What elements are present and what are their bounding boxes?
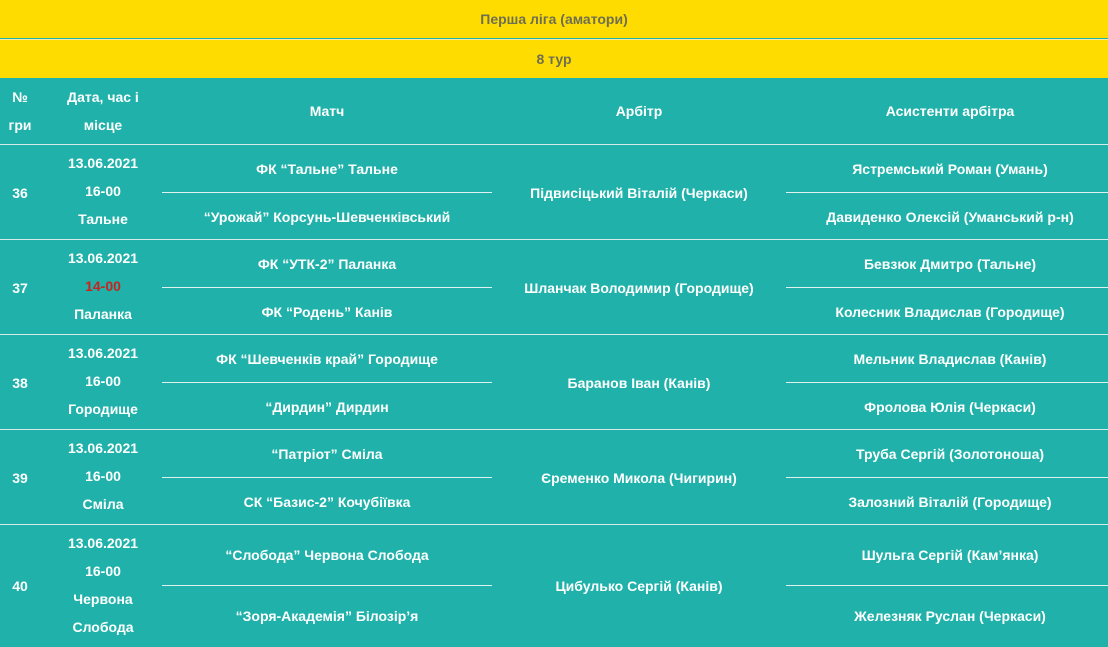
game-place: Паланка [74,306,132,322]
assistant-2: Колесник Владислав (Городище) [835,303,1065,320]
game-number: 36 [12,184,28,201]
referee: Шланчак Володимир (Городище) [524,279,754,296]
game-place: Червона Слобода [72,591,134,635]
game-time: 16-00 [85,468,121,484]
table-row: 38 13.06.2021 16-00 Городище ФК “Шевченк… [0,334,1108,430]
home-team: ФК “Тальне” Тальне [256,160,398,177]
away-team: “Урожай” Корсунь-Шевченківський [203,208,451,225]
game-date: 13.06.2021 [67,535,139,551]
game-datetime-place: 13.06.2021 16-00 Червона Слобода [62,529,144,641]
game-datetime-place: 13.06.2021 16-00 Сміла [62,434,144,518]
game-number: 40 [12,578,28,594]
table-header: № гри Дата, час і місце Матч Арбітр Асис… [0,78,1108,144]
schedule-table: Перша ліга (аматори) 8 тур № гри Дата, ч… [0,0,1108,646]
away-team: “Дирдин” Дирдин [265,398,389,415]
home-team: ФК “УТК-2” Паланка [257,255,397,272]
game-place: Сміла [82,496,124,512]
assistant-2: Давиденко Олексій (Уманський р-н) [826,208,1074,225]
game-time-highlighted: 14-00 [85,278,121,294]
header-assistants: Асистенти арбітра [885,103,1015,119]
referee: Підвисіцький Віталій (Черкаси) [530,184,748,201]
game-place: Городище [68,401,138,417]
away-team: СК “Базис-2” Кочубіївка [243,493,411,510]
header-referee: Арбітр [615,103,663,119]
assistant-1: Мельник Владислав (Канів) [853,350,1047,367]
game-datetime-place: 13.06.2021 16-00 Городище [62,339,144,423]
home-team: “Слобода” Червона Слобода [225,547,429,563]
game-number: 37 [12,279,28,296]
assistant-1: Труба Сергій (Золотоноша) [855,445,1045,462]
assistant-2: Залозний Віталій (Городище) [848,493,1052,510]
table-row: 39 13.06.2021 16-00 Сміла “Патріот” Сміл… [0,429,1108,525]
game-place: Тальне [78,211,128,227]
game-date: 13.06.2021 [67,345,139,361]
game-date: 13.06.2021 [67,440,139,456]
league-title: Перша ліга (аматори) [0,0,1108,38]
game-date: 13.06.2021 [67,250,139,266]
header-game-number: № гри [8,89,32,133]
game-number: 39 [12,469,28,486]
game-date: 13.06.2021 [67,155,139,171]
referee: Баранов Іван (Канів) [567,374,711,391]
away-team: “Зоря-Академія” Білозір’я [235,608,419,624]
home-team: “Патріот” Сміла [271,445,383,462]
home-team: ФК “Шевченків край” Городище [216,350,438,367]
game-time: 16-00 [85,563,121,579]
game-number: 38 [12,374,28,391]
referee: Єременко Микола (Чигирин) [541,469,737,486]
assistant-2: Фролова Юлія (Черкаси) [864,398,1036,415]
away-team: ФК “Родень” Канів [261,303,393,320]
table-row: 40 13.06.2021 16-00 Червона Слобода “Сло… [0,524,1108,647]
assistant-1: Бевзюк Дмитро (Тальне) [863,255,1037,272]
assistant-2: Железняк Руслан (Черкаси) [854,608,1046,624]
game-time: 16-00 [85,183,121,199]
header-match: Матч [309,103,345,119]
assistant-1: Шульга Сергій (Кам’янка) [861,547,1039,563]
round-title: 8 тур [0,39,1108,78]
header-date: Дата, час і місце [67,89,139,133]
table-row: 37 13.06.2021 14-00 Паланка ФК “УТК-2” П… [0,239,1108,335]
game-datetime-place: 13.06.2021 14-00 Паланка [62,244,144,328]
assistant-1: Ястремський Роман (Умань) [852,160,1048,177]
referee: Цибулько Сергій (Канів) [555,578,723,594]
game-datetime-place: 13.06.2021 16-00 Тальне [62,149,144,233]
game-time: 16-00 [85,373,121,389]
table-row: 36 13.06.2021 16-00 Тальне ФК “Тальне” Т… [0,144,1108,240]
